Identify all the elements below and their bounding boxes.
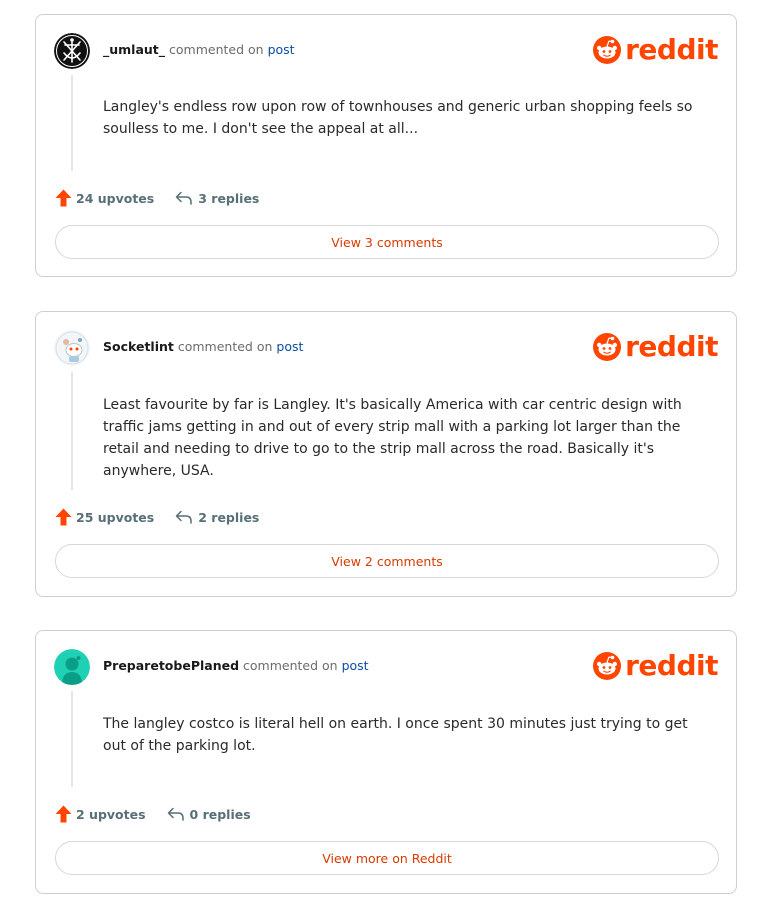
upvote-group[interactable]: 24 upvotes <box>55 189 154 207</box>
username[interactable]: PreparetobePlaned <box>103 658 239 673</box>
reddit-logo[interactable]: reddit <box>592 33 718 67</box>
comment-text: Least favourite by far is Langley. It's … <box>103 397 682 479</box>
comment-text: Langley's endless row upon row of townho… <box>103 99 693 137</box>
reply-arrow-icon <box>167 807 184 821</box>
snoo-avatar-icon[interactable] <box>54 330 90 366</box>
snoo-icon <box>593 333 622 361</box>
post-link[interactable]: post <box>342 658 369 673</box>
upvote-count: 25 upvotes <box>76 509 155 525</box>
reply-arrow-icon <box>175 191 192 205</box>
reddit-wordmark: reddit <box>625 649 718 682</box>
thread-line <box>71 75 73 171</box>
comment-stats: 25 upvotes 2 replies <box>55 508 259 526</box>
comment-header: _umlaut_ commented on post <box>103 42 295 57</box>
upvote-group[interactable]: 25 upvotes <box>55 508 154 526</box>
upvote-arrow-icon <box>55 805 72 823</box>
upvote-count: 2 upvotes <box>76 806 146 822</box>
reddit-logo[interactable]: reddit <box>592 649 718 683</box>
action-text: commented on <box>177 339 273 354</box>
action-text: commented on <box>243 658 338 673</box>
upvote-group[interactable]: 2 upvotes <box>55 805 146 823</box>
post-link[interactable]: post <box>268 42 295 57</box>
upvote-arrow-icon <box>55 508 72 526</box>
comment-card: _umlaut_ commented on post reddit Langle… <box>35 14 737 277</box>
view-comments-button[interactable]: View 2 comments <box>55 544 719 578</box>
reddit-wordmark: reddit <box>625 33 718 66</box>
upvote-count: 24 upvotes <box>76 190 155 206</box>
comment-header: PreparetobePlaned commented on post <box>103 658 369 673</box>
replies-group[interactable]: 3 replies <box>175 191 259 206</box>
comment-header: Socketlint commented on post <box>103 339 303 354</box>
reply-count: 2 replies <box>198 509 260 525</box>
comment-card: Socketlint commented on post reddit Leas… <box>35 311 737 597</box>
view-more-button[interactable]: View more on Reddit <box>55 841 719 875</box>
anchor-trident-avatar-icon[interactable] <box>54 33 90 69</box>
comment-stats: 24 upvotes 3 replies <box>55 189 259 207</box>
upvote-arrow-icon <box>55 189 72 207</box>
thread-line <box>71 372 73 490</box>
snoo-icon <box>593 652 622 680</box>
reddit-logo[interactable]: reddit <box>592 330 718 364</box>
comment-card: PreparetobePlaned commented on post redd… <box>35 630 737 894</box>
comment-stats: 2 upvotes 0 replies <box>55 805 251 823</box>
replies-group[interactable]: 2 replies <box>175 510 259 525</box>
thread-line <box>71 691 73 787</box>
replies-group[interactable]: 0 replies <box>167 807 251 822</box>
reddit-wordmark: reddit <box>625 330 718 363</box>
default-snoo-avatar-icon[interactable] <box>54 649 90 685</box>
reply-arrow-icon <box>175 510 192 524</box>
comment-text: The langley costco is literal hell on ea… <box>103 716 688 754</box>
username[interactable]: _umlaut_ <box>103 42 165 57</box>
action-text: commented on <box>169 42 264 57</box>
view-comments-button[interactable]: View 3 comments <box>55 225 719 259</box>
post-link[interactable]: post <box>276 339 303 354</box>
reply-count: 3 replies <box>198 190 260 206</box>
username[interactable]: Socketlint <box>103 339 174 354</box>
reply-count: 0 replies <box>189 806 251 822</box>
snoo-icon <box>593 36 622 64</box>
